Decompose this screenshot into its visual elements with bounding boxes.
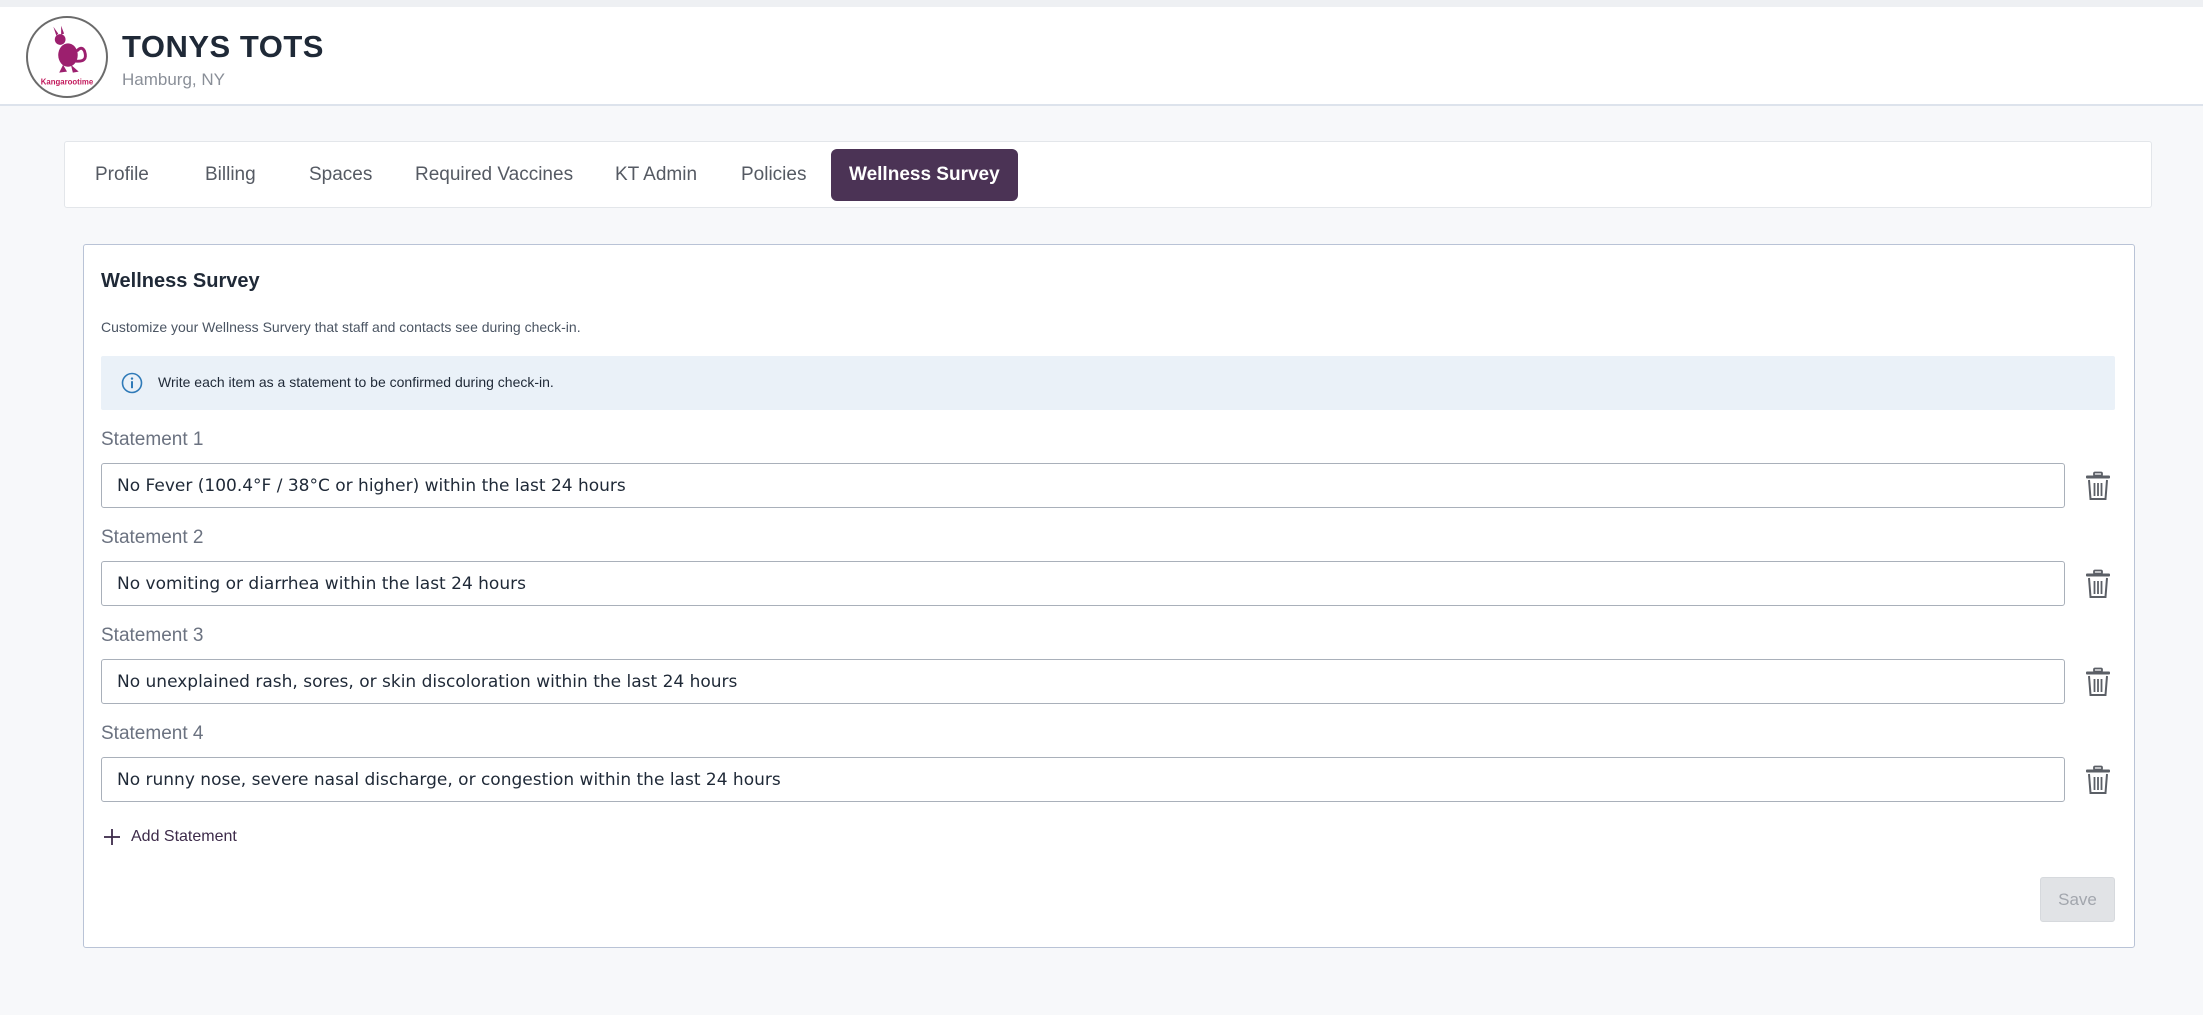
delete-statement-button[interactable] [2084, 471, 2112, 501]
logo-text: Kangarootime [41, 77, 94, 86]
save-button[interactable]: Save [2040, 877, 2115, 922]
info-icon [121, 372, 143, 394]
section-title: Wellness Survey [101, 270, 260, 292]
tab-required-vaccines[interactable]: Required Vaccines [397, 149, 591, 201]
statement-label: Statement 4 [101, 723, 204, 744]
app-header: Kangarootime TONYS TOTS Hamburg, NY [0, 0, 2203, 106]
org-location: Hamburg, NY [122, 70, 225, 89]
info-banner: Write each item as a statement to be con… [101, 356, 2115, 410]
tab-kt-admin[interactable]: KT Admin [597, 149, 715, 201]
statement-input[interactable] [101, 757, 2065, 802]
delete-statement-button[interactable] [2084, 667, 2112, 697]
add-statement-label: Add Statement [131, 828, 237, 845]
trash-icon [2086, 765, 2110, 794]
tab-wellness-survey[interactable]: Wellness Survey [831, 149, 1018, 201]
delete-statement-button[interactable] [2084, 765, 2112, 795]
statement-label: Statement 3 [101, 625, 204, 646]
add-statement-button[interactable]: Add Statement [103, 825, 237, 849]
statement-label: Statement 1 [101, 429, 204, 450]
trash-icon [2086, 471, 2110, 500]
statement-input[interactable] [101, 463, 2065, 508]
wellness-survey-card: Wellness Survey Customize your Wellness … [83, 244, 2135, 948]
tab-profile[interactable]: Profile [77, 149, 167, 201]
statement-input[interactable] [101, 561, 2065, 606]
plus-icon [104, 829, 120, 845]
org-name: TONYS TOTS [122, 29, 324, 64]
statement-label: Statement 2 [101, 527, 204, 548]
trash-icon [2086, 667, 2110, 696]
delete-statement-button[interactable] [2084, 569, 2112, 599]
tab-policies[interactable]: Policies [723, 149, 824, 201]
kangaroo-logo-icon: Kangarootime [41, 25, 94, 86]
tab-billing[interactable]: Billing [187, 149, 274, 201]
org-logo: Kangarootime [26, 16, 108, 98]
trash-icon [2086, 569, 2110, 598]
statement-input[interactable] [101, 659, 2065, 704]
settings-tab-bar: Profile Billing Spaces Required Vaccines… [64, 141, 2152, 208]
section-description: Customize your Wellness Survery that sta… [101, 319, 581, 335]
tab-spaces[interactable]: Spaces [291, 149, 390, 201]
info-text: Write each item as a statement to be con… [158, 374, 554, 390]
